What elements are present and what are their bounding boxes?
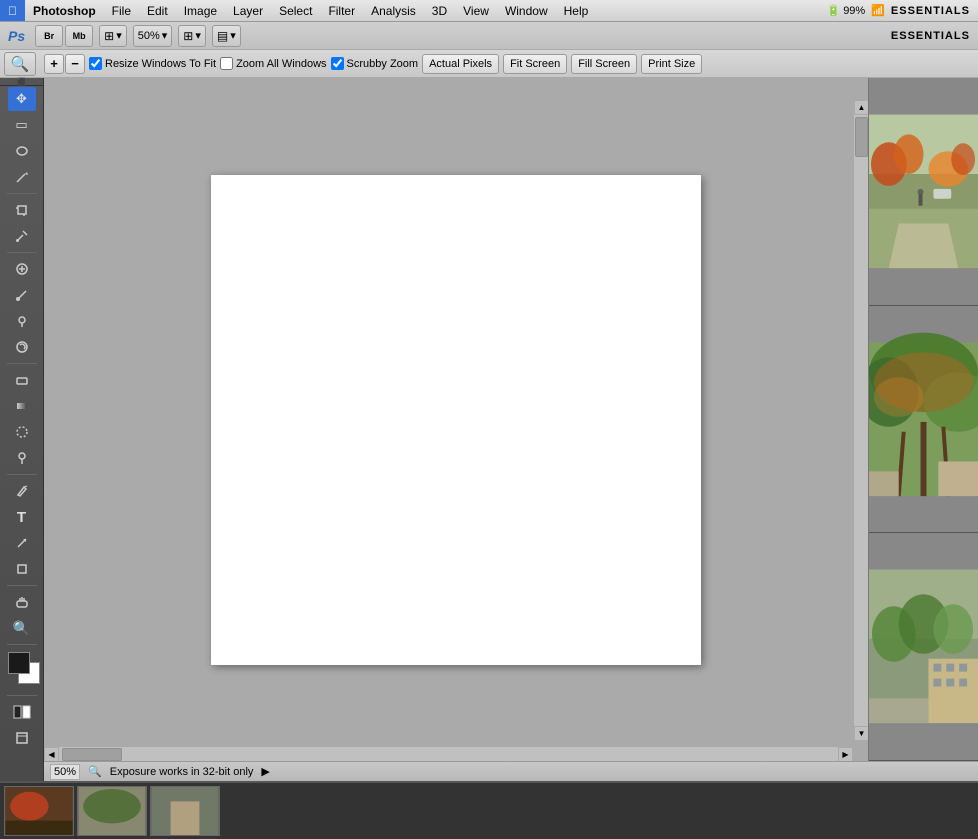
- history-brush-tool[interactable]: [8, 335, 36, 359]
- zoom-out-button[interactable]: −: [65, 54, 85, 74]
- filmstrip-thumb-2[interactable]: [77, 786, 147, 836]
- mask-mode[interactable]: [8, 700, 36, 724]
- actual-pixels-button[interactable]: Actual Pixels: [422, 54, 499, 74]
- fit-screen-button[interactable]: Fit Screen: [503, 54, 567, 74]
- options-bar: 🔍 + − Resize Windows To Fit Zoom All Win…: [0, 50, 978, 78]
- menu-analysis[interactable]: Analysis: [363, 0, 424, 21]
- app-toolbar: Ps Br Mb ⊞ ▾ 50% ▾ ⊞▾ ▤▾ ESSENTIALS: [0, 22, 978, 50]
- ps-logo: Ps: [8, 28, 25, 44]
- menu-filter[interactable]: Filter: [320, 0, 363, 21]
- zoom-dropdown[interactable]: 50% ▾: [133, 25, 173, 47]
- essentials-label: ESSENTIALS: [891, 5, 970, 17]
- zoom-arrow: ▾: [162, 29, 168, 42]
- zoom-in-button[interactable]: +: [44, 54, 64, 74]
- clone-stamp-tool[interactable]: [8, 309, 36, 333]
- resize-windows-checkbox[interactable]: [89, 57, 102, 70]
- scroll-thumb[interactable]: [855, 117, 868, 157]
- eraser-tool[interactable]: [8, 368, 36, 392]
- toolbar: ⬛ ✥ ▭: [0, 78, 44, 781]
- photo-thumbnail-1[interactable]: [869, 78, 978, 306]
- canvas-container[interactable]: [44, 78, 868, 761]
- white-canvas[interactable]: [211, 175, 701, 665]
- bottom-filmstrip: [0, 781, 978, 839]
- layout-dropdown[interactable]: ▤▾: [212, 25, 241, 47]
- apple-menu[interactable]: : [0, 0, 25, 21]
- zoom-all-label: Zoom All Windows: [236, 58, 326, 70]
- hscroll-thumb[interactable]: [62, 748, 122, 761]
- marquee-tool[interactable]: ▭: [8, 113, 36, 137]
- gradient-tool[interactable]: [8, 394, 36, 418]
- workspace-dropdown[interactable]: ⊞ ▾: [99, 25, 127, 47]
- status-bar: 50% 🔍 Exposure works in 32-bit only ▶: [44, 761, 978, 781]
- filmstrip-thumb-3[interactable]: [150, 786, 220, 836]
- wifi-icon: 📶: [871, 4, 885, 17]
- bridge-button[interactable]: Br: [35, 25, 63, 47]
- scroll-up[interactable]: ▲: [854, 100, 868, 115]
- print-size-button[interactable]: Print Size: [641, 54, 702, 74]
- menu-bar:  Photoshop File Edit Image Layer Select…: [0, 0, 978, 22]
- dodge-tool[interactable]: [8, 446, 36, 470]
- menu-file[interactable]: File: [104, 0, 139, 21]
- resize-windows-checkbox-label[interactable]: Resize Windows To Fit: [89, 57, 216, 70]
- menu-view[interactable]: View: [455, 0, 497, 21]
- color-swatches: [6, 652, 38, 688]
- menu-photoshop[interactable]: Photoshop: [25, 0, 104, 21]
- zoom-all-checkbox-label[interactable]: Zoom All Windows: [220, 57, 326, 70]
- scroll-left[interactable]: ◀: [44, 747, 59, 762]
- blur-tool[interactable]: [8, 420, 36, 444]
- right-panel: [868, 78, 978, 761]
- info-icon[interactable]: 🔍: [88, 765, 102, 778]
- resize-windows-label: Resize Windows To Fit: [105, 58, 216, 70]
- minibrige-button[interactable]: Mb: [65, 25, 93, 47]
- zoom-buttons: + −: [44, 54, 85, 74]
- text-tool[interactable]: T: [8, 505, 36, 529]
- document-window: Untitled-1 @ 50% (RGB/8) ▲ ▼ ◀: [44, 78, 868, 761]
- menu-layer[interactable]: Layer: [225, 0, 271, 21]
- zoom-all-checkbox[interactable]: [220, 57, 233, 70]
- app-frame: ⬛ ✥ ▭: [0, 78, 978, 781]
- photo-thumbnail-3[interactable]: [869, 533, 978, 761]
- scrubby-zoom-label: Scrubby Zoom: [347, 58, 419, 70]
- filmstrip-thumb-1[interactable]: [4, 786, 74, 836]
- zoom-value: 50%: [138, 30, 160, 42]
- brush-tool[interactable]: [8, 283, 36, 307]
- status-arrow[interactable]: ▶: [261, 765, 269, 778]
- menu-edit[interactable]: Edit: [139, 0, 176, 21]
- bridge-btn-group: Br Mb: [35, 25, 93, 47]
- fill-screen-button[interactable]: Fill Screen: [571, 54, 637, 74]
- eyedropper-tool[interactable]: [8, 224, 36, 248]
- hand-tool[interactable]: [8, 590, 36, 614]
- battery-status: 🔋 99%: [826, 4, 865, 17]
- magic-wand-tool[interactable]: [8, 165, 36, 189]
- spot-heal-tool[interactable]: [8, 257, 36, 281]
- scroll-down[interactable]: ▼: [854, 726, 868, 741]
- scrubby-zoom-checkbox[interactable]: [331, 57, 344, 70]
- zoom-view-tool[interactable]: 🔍: [8, 616, 36, 640]
- menu-help[interactable]: Help: [556, 0, 597, 21]
- menu-select[interactable]: Select: [271, 0, 320, 21]
- zoom-tool-icon[interactable]: 🔍: [4, 52, 36, 76]
- scrubby-zoom-checkbox-label[interactable]: Scrubby Zoom: [331, 57, 419, 70]
- foreground-color[interactable]: [8, 652, 30, 674]
- menu-window[interactable]: Window: [497, 0, 556, 21]
- pen-tool[interactable]: [8, 479, 36, 503]
- vertical-scrollbar[interactable]: ▲ ▼: [853, 100, 868, 741]
- essentials-right: ESSENTIALS: [891, 30, 970, 42]
- horizontal-scrollbar[interactable]: ◀ ▶: [44, 746, 853, 761]
- menu-image[interactable]: Image: [176, 0, 225, 21]
- menu-bar-right: 🔋 99% 📶 ESSENTIALS: [826, 4, 978, 17]
- arrange-dropdown[interactable]: ⊞▾: [178, 25, 206, 47]
- scroll-right[interactable]: ▶: [838, 747, 853, 762]
- lasso-tool[interactable]: [8, 139, 36, 163]
- photo-thumbnail-2[interactable]: [869, 306, 978, 534]
- crop-tool[interactable]: [8, 198, 36, 222]
- screen-mode[interactable]: [8, 726, 36, 750]
- move-tool[interactable]: ✥: [8, 87, 36, 111]
- shape-tool[interactable]: [8, 557, 36, 581]
- path-select-tool[interactable]: [8, 531, 36, 555]
- status-message: Exposure works in 32-bit only: [110, 766, 254, 778]
- menu-3d[interactable]: 3D: [424, 0, 455, 21]
- zoom-percentage[interactable]: 50%: [50, 764, 80, 780]
